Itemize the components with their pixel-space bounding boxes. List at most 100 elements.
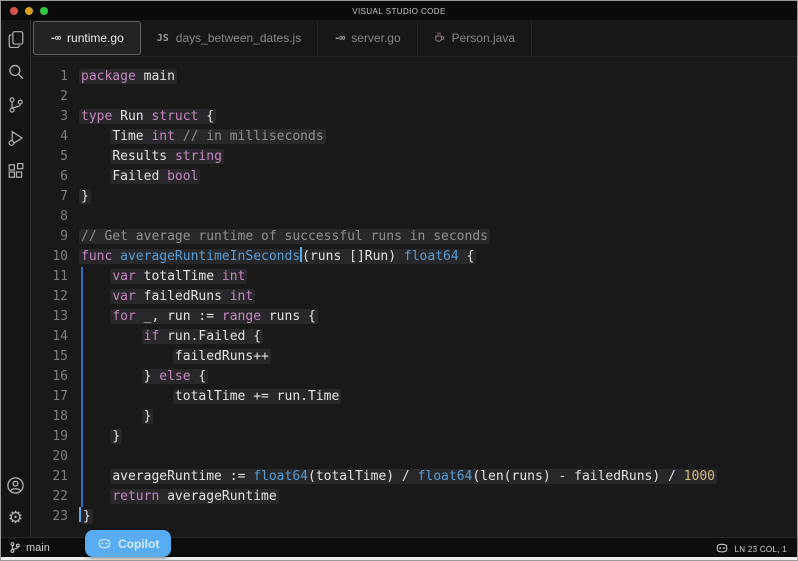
- line-number: 23: [31, 507, 79, 527]
- code-line[interactable]: 13 for _, run := range runs {: [31, 307, 797, 327]
- line-number: 13: [31, 307, 79, 327]
- account-icon[interactable]: [6, 475, 26, 495]
- code-line[interactable]: 17 totalTime += run.Time: [31, 387, 797, 407]
- run-debug-icon[interactable]: [6, 128, 26, 148]
- copilot-button-label: Copilot: [118, 537, 159, 551]
- code-text: }: [79, 187, 797, 207]
- js-icon: JS: [157, 33, 169, 44]
- code-line[interactable]: 22 return averageRuntime: [31, 487, 797, 507]
- code-line[interactable]: 8: [31, 207, 797, 227]
- code-line[interactable]: 16 } else {: [31, 367, 797, 387]
- settings-icon[interactable]: ⚙: [6, 508, 26, 528]
- line-number: 9: [31, 227, 79, 247]
- source-control-icon[interactable]: [6, 95, 26, 115]
- code-text: // Get average runtime of successful run…: [79, 227, 797, 247]
- code-text: package main: [79, 67, 797, 87]
- code-text: var totalTime int: [79, 267, 797, 287]
- title-bar: Visual Studio Code: [1, 1, 797, 20]
- tab-server-go[interactable]: -∞ server.go: [318, 20, 417, 56]
- line-number: 21: [31, 467, 79, 487]
- line-number: 15: [31, 347, 79, 367]
- code-line[interactable]: 15 failedRuns++: [31, 347, 797, 367]
- close-button[interactable]: [10, 7, 18, 15]
- code-text: for _, run := range runs {: [79, 307, 797, 327]
- code-text: }: [79, 507, 797, 527]
- copilot-icon: [97, 536, 112, 551]
- window-frame-bottom: [1, 557, 797, 560]
- go-icon: -∞: [334, 33, 344, 44]
- code-text: type Run struct {: [79, 107, 797, 127]
- git-branch-icon: [9, 541, 21, 554]
- search-icon[interactable]: [6, 62, 26, 82]
- code-lines: 1package main23type Run struct {4 Time i…: [31, 67, 797, 527]
- code-text: totalTime += run.Time: [79, 387, 797, 407]
- code-text: Failed bool: [79, 167, 797, 187]
- code-text: } else {: [79, 367, 797, 387]
- code-line[interactable]: 7}: [31, 187, 797, 207]
- line-number: 11: [31, 267, 79, 287]
- code-text: }: [79, 407, 797, 427]
- line-number: 19: [31, 427, 79, 447]
- code-line[interactable]: 11 var totalTime int: [31, 267, 797, 287]
- tab-label: runtime.go: [67, 31, 124, 45]
- tab-runtime-go[interactable]: -∞ runtime.go: [33, 21, 141, 55]
- code-line[interactable]: 5 Results string: [31, 147, 797, 167]
- code-text: func averageRuntimeInSeconds(runs []Run)…: [79, 247, 797, 267]
- code-line[interactable]: 9// Get average runtime of successful ru…: [31, 227, 797, 247]
- line-number: 20: [31, 447, 79, 467]
- line-number: 6: [31, 167, 79, 187]
- code-line[interactable]: 6 Failed bool: [31, 167, 797, 187]
- line-number: 22: [31, 487, 79, 507]
- activity-bar: ⚙: [1, 20, 31, 537]
- line-number: 7: [31, 187, 79, 207]
- code-text: Results string: [79, 147, 797, 167]
- line-number: 18: [31, 407, 79, 427]
- code-line[interactable]: 23}: [31, 507, 797, 527]
- java-icon: [434, 31, 445, 46]
- extensions-icon[interactable]: [6, 161, 26, 181]
- explorer-icon[interactable]: [6, 29, 26, 49]
- branch-name: main: [26, 542, 50, 554]
- code-text: failedRuns++: [79, 347, 797, 367]
- code-editor[interactable]: 1package main23type Run struct {4 Time i…: [31, 57, 797, 537]
- tab-label: server.go: [351, 31, 400, 45]
- code-line[interactable]: 4 Time int // in milliseconds: [31, 127, 797, 147]
- code-line[interactable]: 12 var failedRuns int: [31, 287, 797, 307]
- line-number: 8: [31, 207, 79, 227]
- copilot-button[interactable]: Copilot: [85, 530, 171, 557]
- traffic-lights: [10, 1, 48, 20]
- vscode-window: Visual Studio Code: [0, 0, 798, 561]
- code-line[interactable]: 14 if run.Failed {: [31, 327, 797, 347]
- code-line[interactable]: 18 }: [31, 407, 797, 427]
- tab-bar: -∞ runtime.go JS days_between_dates.js -…: [31, 20, 797, 57]
- cursor-position-indicator[interactable]: Ln 23 Col, 1: [715, 541, 787, 555]
- tab-person-java[interactable]: Person.java: [418, 20, 532, 56]
- code-text: [79, 87, 797, 107]
- tab-days-between-dates-js[interactable]: JS days_between_dates.js: [141, 20, 318, 56]
- line-number: 5: [31, 147, 79, 167]
- code-line[interactable]: 19 }: [31, 427, 797, 447]
- code-line[interactable]: 1package main: [31, 67, 797, 87]
- code-line[interactable]: 21 averageRuntime := float64(totalTime) …: [31, 467, 797, 487]
- tab-label: days_between_dates.js: [176, 31, 301, 45]
- code-text: [79, 447, 797, 467]
- line-number: 1: [31, 67, 79, 87]
- window-title: Visual Studio Code: [352, 5, 445, 17]
- code-text: [79, 207, 797, 227]
- cursor-position-text: Ln 23 Col, 1: [734, 541, 787, 555]
- git-branch-indicator[interactable]: main: [9, 541, 50, 554]
- code-line[interactable]: 10func averageRuntimeInSeconds(runs []Ru…: [31, 247, 797, 267]
- line-number: 10: [31, 247, 79, 267]
- code-text: averageRuntime := float64(totalTime) / f…: [79, 467, 797, 487]
- copilot-icon: [715, 541, 729, 555]
- line-number: 14: [31, 327, 79, 347]
- code-text: return averageRuntime: [79, 487, 797, 507]
- maximize-button[interactable]: [40, 7, 48, 15]
- line-number: 17: [31, 387, 79, 407]
- code-line[interactable]: 20: [31, 447, 797, 467]
- code-line[interactable]: 2: [31, 87, 797, 107]
- line-number: 16: [31, 367, 79, 387]
- minimize-button[interactable]: [25, 7, 33, 15]
- code-line[interactable]: 3type Run struct {: [31, 107, 797, 127]
- line-number: 3: [31, 107, 79, 127]
